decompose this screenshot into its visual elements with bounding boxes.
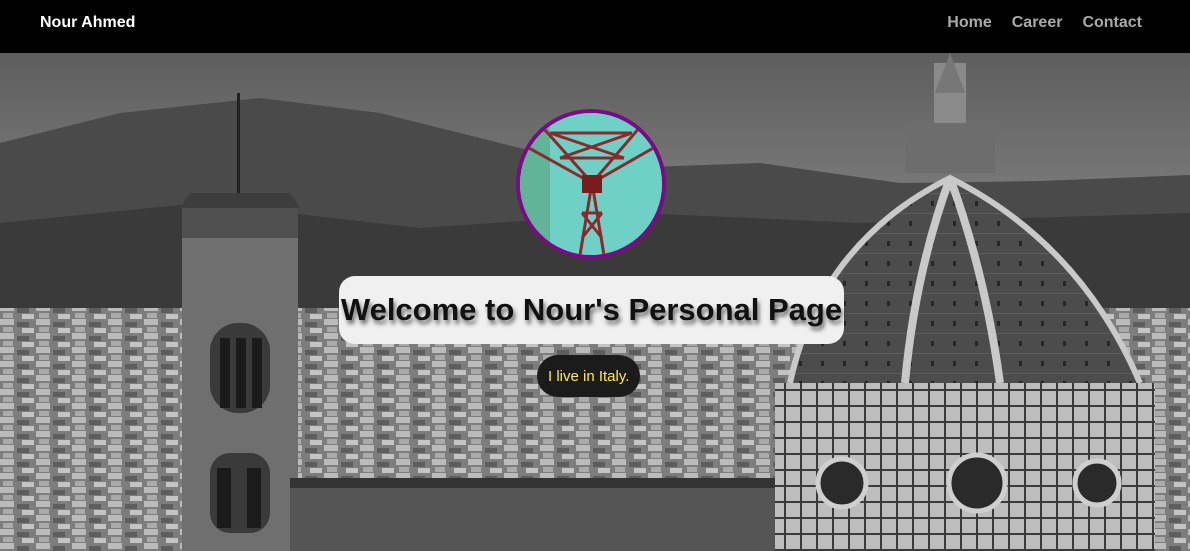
- profile-avatar: [516, 109, 666, 259]
- location-badge: I live in Italy.: [537, 355, 641, 397]
- brand-link[interactable]: Nour Ahmed: [40, 14, 135, 32]
- hero-section: Welcome to Nour's Personal Page I live i…: [0, 53, 1190, 551]
- nav-link-contact[interactable]: Contact: [1082, 14, 1142, 32]
- nav-link-career[interactable]: Career: [1012, 14, 1063, 32]
- welcome-heading: Welcome to Nour's Personal Page: [339, 276, 844, 344]
- nav-links: Home Career Contact: [947, 14, 1142, 32]
- navbar: Nour Ahmed Home Career Contact: [0, 0, 1190, 53]
- nav-link-home[interactable]: Home: [947, 14, 991, 32]
- power-pylon-photo: [520, 113, 662, 255]
